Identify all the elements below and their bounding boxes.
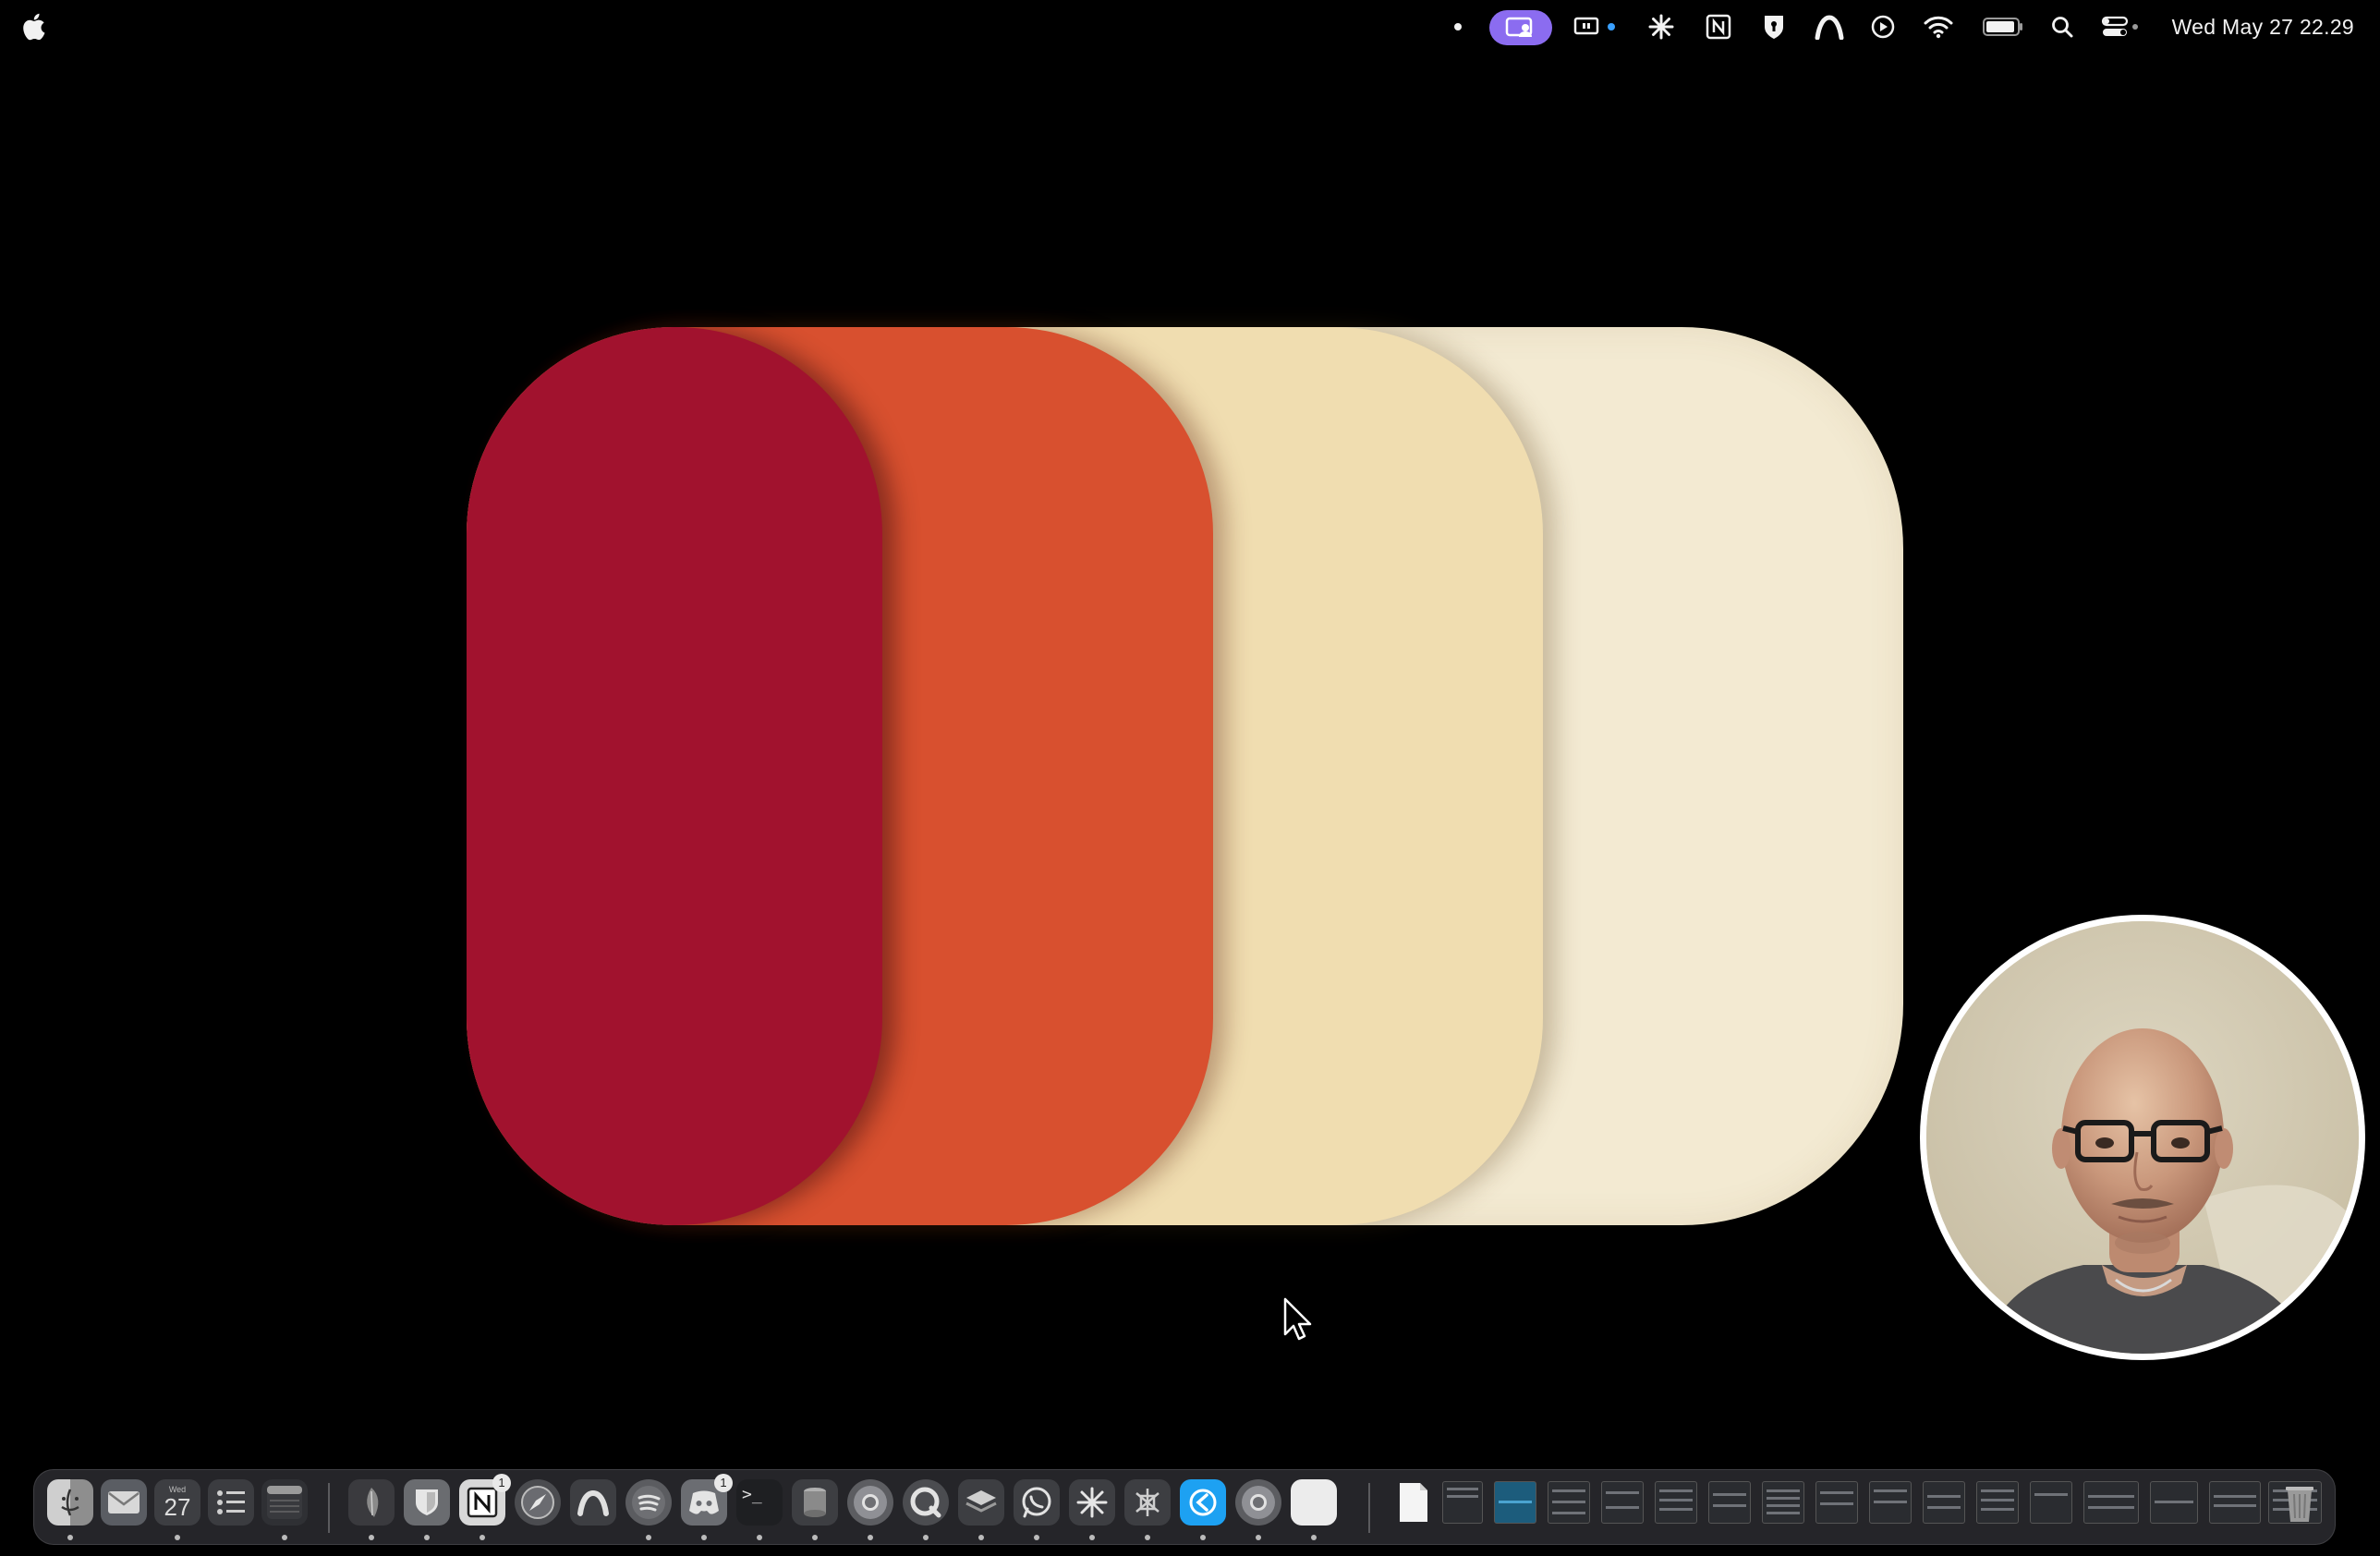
dock-discord-icon[interactable]: 1 <box>681 1474 733 1526</box>
display-icon[interactable] <box>1571 9 1619 44</box>
dock-spotify-icon[interactable] <box>625 1479 672 1526</box>
dock-blue-app-icon[interactable] <box>1180 1479 1226 1526</box>
dock-calendar-icon[interactable]: Wed 27 <box>154 1479 200 1526</box>
dock-reminders-icon[interactable] <box>208 1479 254 1526</box>
notion-notification-badge: 1 <box>492 1474 511 1492</box>
minimized-window-thumbnail[interactable] <box>2209 1481 2261 1524</box>
calendar-date: 27 <box>164 1493 191 1521</box>
dock-chrome-2-icon[interactable] <box>1235 1479 1281 1526</box>
dock-running-indicator <box>1311 1535 1317 1540</box>
minimized-window-thumbnail[interactable] <box>1923 1481 1965 1524</box>
dock-bitwarden-icon[interactable] <box>404 1479 450 1526</box>
minimized-window-thumbnail[interactable] <box>1815 1481 1858 1524</box>
dock-sparkle-app-icon[interactable] <box>1069 1479 1115 1526</box>
wallpaper-pill-crimson <box>467 327 882 1225</box>
minimized-window-thumbnail[interactable] <box>2150 1481 2198 1524</box>
dock-document-icon[interactable] <box>1390 1479 1437 1526</box>
minimized-window-thumbnail[interactable] <box>2030 1481 2072 1524</box>
search-icon[interactable] <box>2044 9 2081 44</box>
dock-running-indicator <box>1034 1535 1039 1540</box>
minimized-window-thumbnail[interactable] <box>1869 1481 1912 1524</box>
notion-icon[interactable] <box>1700 9 1737 44</box>
webcam-person-image <box>1926 921 2359 1354</box>
apple-menu-icon[interactable] <box>18 9 48 44</box>
dock-network-app-icon[interactable] <box>1124 1479 1171 1526</box>
dock: Wed 27 1 1 >_ <box>33 1469 2336 1545</box>
dock-blank-app-icon[interactable] <box>1291 1479 1337 1526</box>
dock-running-indicator <box>757 1535 762 1540</box>
dock-running-indicator <box>701 1535 707 1540</box>
dock-terminal-icon[interactable]: >_ <box>736 1479 783 1526</box>
dock-trash-icon[interactable] <box>2279 1479 2320 1526</box>
dock-running-indicator <box>369 1535 374 1540</box>
minimized-window-thumbnail[interactable] <box>2083 1481 2139 1524</box>
mouse-cursor-icon <box>1282 1297 1312 1342</box>
minimized-window-thumbnail[interactable] <box>1494 1481 1536 1524</box>
dock-chrome-icon[interactable] <box>847 1479 893 1526</box>
screen-share-icon[interactable] <box>1489 10 1552 45</box>
dock-running-indicator <box>1145 1535 1150 1540</box>
dock-running-indicator <box>923 1535 929 1540</box>
minimized-window-thumbnail[interactable] <box>1976 1481 2019 1524</box>
arc-icon[interactable] <box>1811 9 1848 44</box>
control-center-icon[interactable] <box>2097 9 2143 44</box>
dot-icon[interactable] <box>1449 9 1467 44</box>
dock-running-indicator <box>978 1535 984 1540</box>
play-icon[interactable] <box>1864 9 1901 44</box>
discord-notification-badge: 1 <box>714 1474 733 1492</box>
dock-layers-icon[interactable] <box>958 1479 1004 1526</box>
dock-finder-icon[interactable] <box>47 1479 93 1526</box>
webcam-overlay[interactable] <box>1920 915 2365 1360</box>
dock-whatsapp-icon[interactable] <box>1014 1479 1060 1526</box>
dock-running-indicator <box>175 1535 180 1540</box>
desktop: Wed May 27 22.29 Wed 27 1 1 >_ <box>0 0 2380 1556</box>
wifi-icon[interactable] <box>1920 9 1957 44</box>
dock-running-indicator <box>282 1535 287 1540</box>
dock-notion-icon[interactable]: 1 <box>459 1474 511 1526</box>
dock-notes-icon[interactable] <box>261 1479 308 1526</box>
dock-pdf-app-icon[interactable] <box>348 1479 395 1526</box>
dock-quicktime-icon[interactable] <box>903 1479 949 1526</box>
dock-keychain-icon[interactable] <box>792 1479 838 1526</box>
dock-separator <box>1368 1483 1370 1533</box>
dock-running-indicator <box>424 1535 430 1540</box>
dock-running-indicator <box>812 1535 818 1540</box>
menu-bar: Wed May 27 22.29 <box>0 0 2380 54</box>
dock-running-indicator <box>1256 1535 1261 1540</box>
terminal-prompt: >_ <box>742 1485 762 1504</box>
dock-running-indicator <box>868 1535 873 1540</box>
minimized-window-thumbnail[interactable] <box>1708 1481 1751 1524</box>
battery-icon[interactable] <box>1979 9 2027 44</box>
dock-compass-icon[interactable] <box>515 1479 561 1526</box>
dock-running-indicator <box>1200 1535 1206 1540</box>
minimized-window-thumbnail[interactable] <box>1548 1481 1590 1524</box>
minimized-window-thumbnail[interactable] <box>1442 1481 1483 1524</box>
dock-arc-icon[interactable] <box>570 1479 616 1526</box>
menu-bar-clock[interactable]: Wed May 27 22.29 <box>2172 13 2354 41</box>
webcam-feed <box>1926 921 2359 1354</box>
minimized-window-thumbnail[interactable] <box>1655 1481 1697 1524</box>
dock-separator <box>328 1483 330 1533</box>
sparkle-icon[interactable] <box>1643 9 1680 44</box>
minimized-window-thumbnail[interactable] <box>1601 1481 1644 1524</box>
dock-running-indicator <box>480 1535 485 1540</box>
dock-running-indicator <box>646 1535 651 1540</box>
dock-running-indicator <box>67 1535 73 1540</box>
keyhole-icon[interactable] <box>1755 9 1792 44</box>
minimized-window-thumbnail[interactable] <box>1762 1481 1804 1524</box>
dock-mail-icon[interactable] <box>101 1479 147 1526</box>
dock-running-indicator <box>1089 1535 1095 1540</box>
wallpaper-artwork <box>467 327 1903 1225</box>
